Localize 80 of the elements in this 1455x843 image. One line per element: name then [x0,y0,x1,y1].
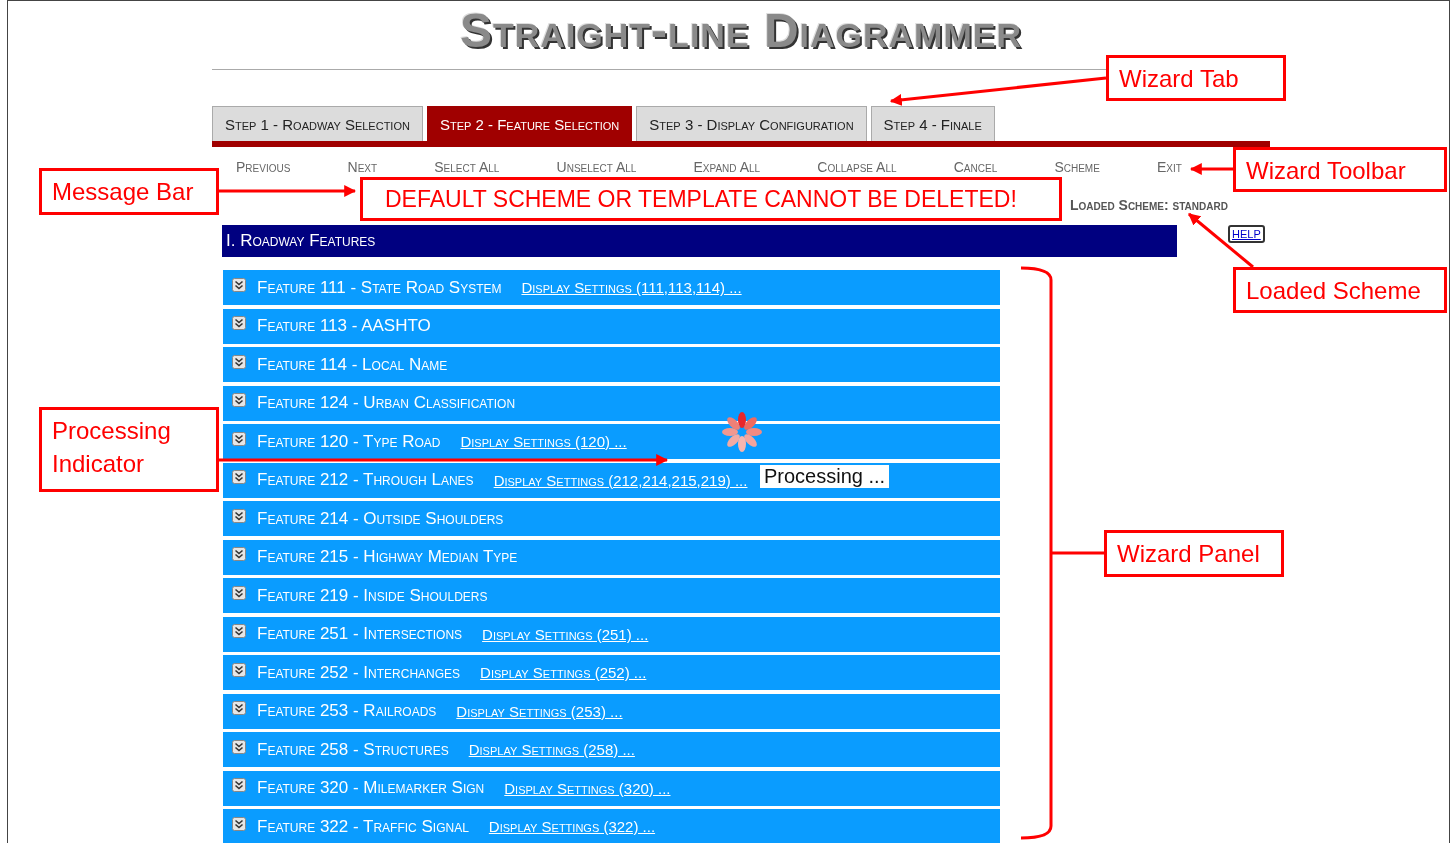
feature-row[interactable]: Feature 252 - Interchanges Display Settings (252) ... [223,655,1000,690]
toolbar-link[interactable]: Collapse All [817,159,897,175]
feature-row[interactable]: Feature 120 - Type Road Display Settings (120) ... [223,424,1000,459]
callout-label: Wizard Toolbar [1233,147,1447,192]
callout-label: Loaded Scheme [1233,267,1447,313]
feature-label: Feature 322 - Traffic Signal [257,816,469,837]
callout-label: Processing Indicator [39,407,219,492]
expand-icon[interactable] [232,470,246,484]
feature-row[interactable]: Feature 111 - State Road System Display Settings (111,113,114) ... [223,270,1000,305]
display-settings-link[interactable]: Display Settings (258) ... [468,741,635,758]
feature-label: Feature 219 - Inside Shoulders [257,585,488,606]
toolbar-link[interactable]: Cancel [953,159,998,175]
callout-label: Wizard Panel [1104,530,1284,577]
processing-text: Processing ... [760,465,890,488]
loaded-scheme-label: Loaded Scheme: standard [1070,197,1228,213]
display-settings-link[interactable]: Display Settings (322) ... [488,818,656,835]
expand-icon[interactable] [232,354,246,369]
toolbar-link[interactable]: Scheme [1054,159,1100,175]
wizard-tab[interactable]: Step 4 - Finale [870,106,995,141]
toolbar-link[interactable]: Next [347,159,378,175]
feature-row[interactable]: Feature 251 - Intersections Display Settings (251) ... [223,616,1000,652]
expand-icon[interactable] [232,816,246,831]
app-title: Straight-line Diagrammer [460,3,1022,59]
toolbar-link[interactable]: Exit [1157,159,1182,175]
expand-icon[interactable] [232,739,246,754]
feature-row[interactable]: Feature 214 - Outside Shoulders [223,501,1000,536]
feature-row[interactable]: Feature 320 - Milemarker Sign Display Settings (320) ... [223,770,1000,806]
feature-row[interactable]: Feature 322 - Traffic Signal Display Settings (322) ... [223,809,1000,843]
toolbar-link[interactable]: Expand All [693,159,761,175]
feature-label: Feature 120 - Type Road [257,431,441,452]
toolbar-link[interactable]: Select All [434,159,500,175]
display-settings-link[interactable]: Display Settings (253) ... [456,702,623,720]
expand-icon[interactable] [232,624,246,638]
spinner-icon [720,410,764,454]
message-bar: DEFAULT SCHEME OR TEMPLATE CANNOT BE DELETED! [360,177,1062,221]
expand-icon[interactable] [232,662,246,677]
feature-label: Feature 253 - Railroads [257,701,437,721]
callout-label: Message Bar [39,168,219,215]
feature-row[interactable]: Feature 219 - Inside Shoulders [223,578,1000,613]
feature-label: Feature 212 - Through Lanes [257,470,474,490]
expand-icon[interactable] [232,778,246,792]
expand-icon[interactable] [232,393,246,407]
expand-icon[interactable] [232,316,246,330]
feature-label: Feature 251 - Intersections [257,624,463,644]
feature-row[interactable]: Feature 113 - AASHTO [223,308,1000,344]
help-button[interactable]: HELP [1228,225,1265,243]
feature-label: Feature 214 - Outside Shoulders [257,508,504,529]
display-settings-link[interactable]: Display Settings (212,214,215,219) ... [493,471,748,489]
wizard-tab[interactable]: Step 1 - Roadway Selection [212,106,423,141]
expand-icon[interactable] [232,547,246,561]
section-header: I. Roadway Features [222,225,1177,257]
feature-row[interactable]: Feature 215 - Highway Median Type [223,539,1000,575]
wizard-tab[interactable]: Step 2 - Feature Selection [426,106,633,141]
feature-label: Feature 320 - Milemarker Sign [257,778,485,798]
feature-row[interactable]: Feature 253 - Railroads Display Settings (253) ... [223,693,1000,729]
display-settings-link[interactable]: Display Settings (111,113,114) ... [521,279,742,296]
expand-icon[interactable] [232,277,246,292]
callout-label: Wizard Tab [1106,55,1286,101]
display-settings-link[interactable]: Display Settings (251) ... [482,625,649,643]
feature-label: Feature 252 - Interchanges [257,662,461,683]
feature-label: Feature 113 - AASHTO [257,316,431,336]
feature-label: Feature 111 - State Road System [257,277,502,298]
feature-label: Feature 258 - Structures [257,739,449,760]
toolbar-link[interactable]: Previous [236,159,291,175]
display-settings-link[interactable]: Display Settings (320) ... [504,779,671,797]
toolbar-link[interactable]: Unselect All [556,159,637,175]
wizard-tab[interactable]: Step 3 - Display Configuration [636,106,867,141]
expand-icon[interactable] [232,508,246,523]
feature-row[interactable]: Feature 258 - Structures Display Settings (258) ... [223,732,1000,767]
feature-label: Feature 114 - Local Name [257,354,448,375]
display-settings-link[interactable]: Display Settings (252) ... [480,664,647,681]
display-settings-link[interactable]: Display Settings (120) ... [460,433,627,450]
expand-icon[interactable] [232,585,246,600]
feature-row[interactable]: Feature 124 - Urban Classification [223,385,1000,421]
callout-arrow [1189,163,1233,175]
feature-row[interactable]: Feature 114 - Local Name [223,347,1000,382]
expand-icon[interactable] [232,701,246,715]
expand-icon[interactable] [232,431,246,446]
feature-label: Feature 124 - Urban Classification [257,393,516,413]
feature-label: Feature 215 - Highway Median Type [257,547,518,567]
